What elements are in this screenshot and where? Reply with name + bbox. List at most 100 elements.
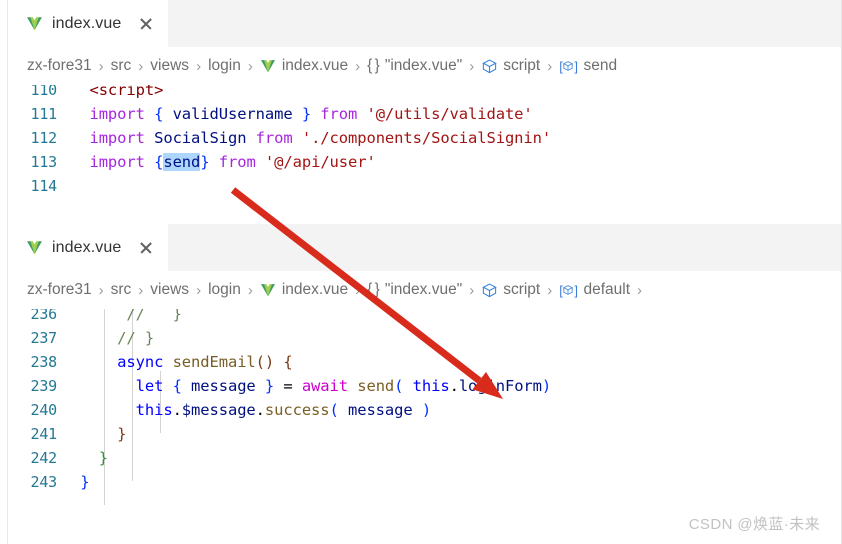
vscode-screenshot: index.vue zx-fore31 › src › views › login › inde… xyxy=(0,0,842,544)
line-number: 113 xyxy=(30,153,58,171)
breadcrumb-item-4[interactable]: index.vue xyxy=(260,57,348,75)
code-token: { xyxy=(283,353,293,371)
code-token: } xyxy=(80,473,90,491)
breadcrumb-item-3[interactable]: login xyxy=(208,57,241,75)
code-token: sendEmail xyxy=(172,353,256,371)
code-token: this xyxy=(412,377,450,395)
code-token: = xyxy=(274,377,302,395)
breadcrumb-item-6[interactable]: script xyxy=(481,281,540,299)
code-token: '@/api/user' xyxy=(264,153,376,171)
breadcrumb-item-label: zx-fore31 xyxy=(27,281,92,298)
line-content: import SocialSign from './components/Soc… xyxy=(71,126,842,150)
breadcrumb-item-2[interactable]: views xyxy=(150,281,189,299)
code-token: message xyxy=(181,377,265,395)
line-number: 240 xyxy=(30,401,58,419)
code-token: } xyxy=(264,377,275,395)
csdn-watermark: CSDN @焕蓝·未来 xyxy=(688,516,820,533)
breadcrumb-item-7[interactable]: [] default xyxy=(559,281,630,299)
breadcrumb-item-6[interactable]: script xyxy=(481,57,540,75)
code-area-bottom[interactable]: 236 // } 237 // } 238 async sendEmail() {2… xyxy=(8,309,842,544)
line-content: this.$message.success( message ) xyxy=(71,398,842,422)
tab-strip-empty-area-top xyxy=(169,0,842,47)
code-token: import xyxy=(89,105,145,123)
breadcrumb-separator: › xyxy=(247,281,253,299)
code-line: 242 } xyxy=(8,446,842,470)
code-token: this xyxy=(135,401,173,419)
breadcrumb-item-5[interactable]: { } "index.vue" xyxy=(367,281,462,299)
code-token: send xyxy=(357,377,395,395)
code-token: . xyxy=(255,401,265,419)
code-token: { xyxy=(172,377,182,395)
panel-frame-top: index.vue zx-fore31 › src › views › login › inde… xyxy=(7,0,842,224)
breadcrumb-separator: › xyxy=(247,57,253,75)
code-token: // } xyxy=(117,329,155,347)
breadcrumb-separator: › xyxy=(98,57,104,75)
breadcrumb-item-label: login xyxy=(208,57,241,74)
editor-panel-top: index.vue zx-fore31 › src › views › login › inde… xyxy=(0,0,842,224)
tab-strip-empty-area-bottom xyxy=(169,224,842,271)
code-token: import xyxy=(89,153,145,171)
tab-index-vue-top[interactable]: index.vue xyxy=(8,0,170,47)
code-token: <script> xyxy=(89,85,164,99)
line-content: import {send} from '@/api/user' xyxy=(71,150,842,174)
breadcrumb-item-0[interactable]: zx-fore31 xyxy=(27,57,92,75)
close-icon[interactable] xyxy=(137,239,155,257)
breadcrumb-item-5[interactable]: { } "index.vue" xyxy=(367,57,462,75)
method-symbol-icon: [] xyxy=(559,58,578,74)
line-number: 243 xyxy=(30,473,58,491)
breadcrumb-item-7[interactable]: [] send xyxy=(559,57,617,75)
code-area-top[interactable]: 110 <script> 111 import { validUsername }… xyxy=(8,85,842,222)
code-line: 236 // } xyxy=(8,309,842,326)
breadcrumb-item-1[interactable]: src xyxy=(111,281,132,299)
breadcrumb-item-label: index.vue xyxy=(281,57,349,74)
vue-file-icon xyxy=(260,282,276,298)
cube-symbol-icon xyxy=(481,282,497,298)
code-token: async xyxy=(117,353,164,371)
line-number: 114 xyxy=(30,177,58,195)
code-token: './components/SocialSignin' xyxy=(301,129,552,147)
breadcrumb-item-1[interactable]: src xyxy=(111,57,132,75)
method-symbol-icon: [] xyxy=(559,282,578,298)
line-number: 242 xyxy=(30,449,58,467)
vue-file-icon xyxy=(26,239,43,256)
breadcrumb-item-label: src xyxy=(110,57,132,74)
cube-symbol-icon xyxy=(481,58,497,74)
code-token: $message xyxy=(181,401,256,419)
close-icon[interactable] xyxy=(137,15,155,33)
breadcrumb-item-2[interactable]: views xyxy=(150,57,189,75)
editor-panel-bottom: index.vue zx-fore31 › src › views › login › inde… xyxy=(0,224,842,544)
line-number: 111 xyxy=(30,105,58,123)
breadcrumb-item-3[interactable]: login xyxy=(208,281,241,299)
line-content: async sendEmail() { xyxy=(71,350,842,374)
breadcrumb-item-label: views xyxy=(150,57,190,74)
breadcrumb-bottom: zx-fore31 › src › views › login › index.vue › { } "… xyxy=(8,271,842,309)
breadcrumb-item-label: default xyxy=(583,281,631,298)
tab-index-vue-bottom[interactable]: index.vue xyxy=(8,224,170,271)
code-token: ( xyxy=(329,401,339,419)
code-line: 239 let { message } = await send( this.l… xyxy=(8,374,842,398)
code-token: . xyxy=(172,401,182,419)
code-token: () xyxy=(255,353,275,371)
breadcrumb-item-label: index.vue xyxy=(281,281,349,298)
code-line: 238 async sendEmail() { xyxy=(8,350,842,374)
breadcrumb-separator: › xyxy=(547,281,553,299)
code-line: 240 this.$message.success( message ) xyxy=(8,398,842,422)
code-line: 241 } xyxy=(8,422,842,446)
breadcrumb-item-0[interactable]: zx-fore31 xyxy=(27,281,92,299)
breadcrumb-item-4[interactable]: index.vue xyxy=(260,281,348,299)
vue-file-icon xyxy=(26,15,43,32)
code-token: } xyxy=(200,153,210,171)
line-content: // } xyxy=(71,326,842,350)
